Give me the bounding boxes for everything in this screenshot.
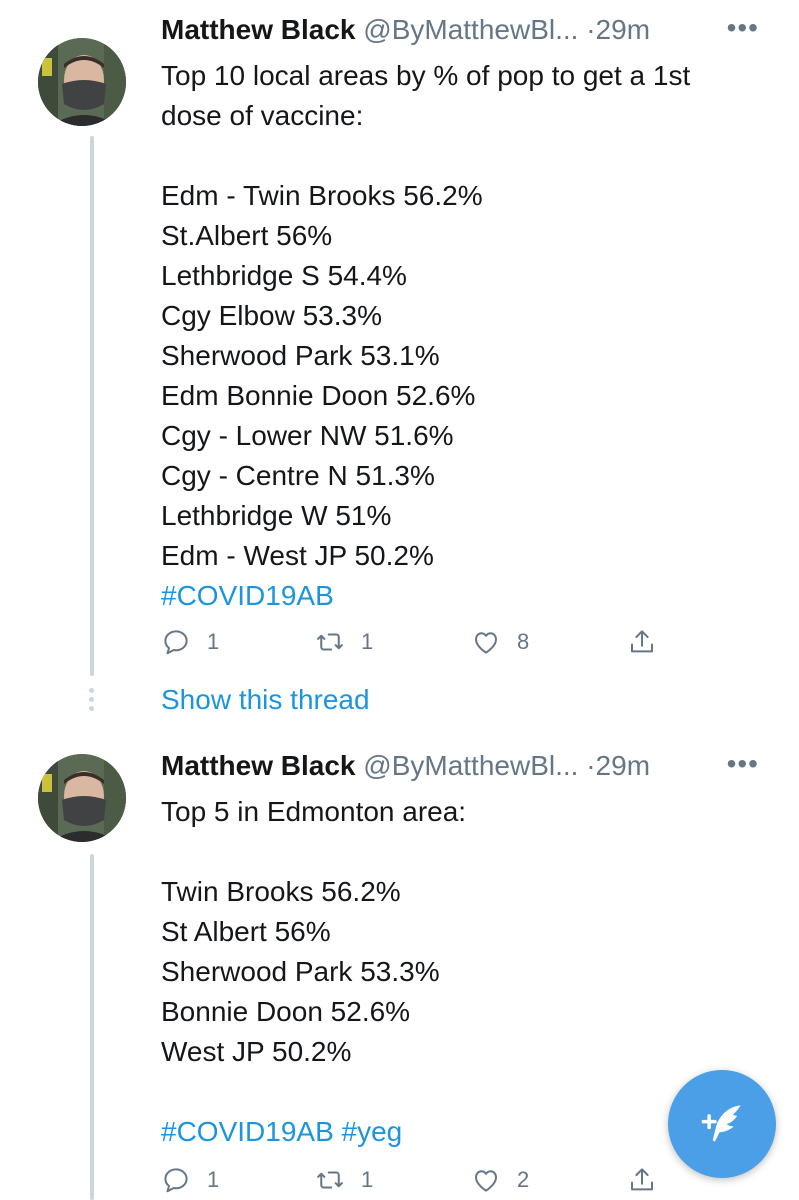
tweet-1[interactable]: Matthew Black @ByMatthewBl... ·29m ••• T… bbox=[0, 0, 799, 740]
tweet-text: Top 10 local areas by % of pop to get a … bbox=[161, 56, 769, 616]
user-handle[interactable]: @ByMatthewBl... bbox=[363, 750, 578, 781]
tweet-header: Matthew Black @ByMatthewBl... ·29m ••• bbox=[161, 748, 759, 790]
more-options-icon[interactable]: ••• bbox=[727, 12, 759, 44]
tweet-line: Twin Brooks 56.2% bbox=[161, 876, 401, 907]
tweet-line: Top 5 in Edmonton area: bbox=[161, 796, 467, 827]
tweet-line: West JP 50.2% bbox=[161, 1036, 352, 1067]
thread-connector bbox=[90, 136, 94, 676]
tweet-line: Lethbridge S 54.4% bbox=[161, 260, 407, 291]
retweet-button[interactable]: 1 bbox=[315, 1160, 373, 1200]
avatar-image bbox=[38, 754, 126, 842]
tweet-line: Top 10 local areas by % of pop to get a … bbox=[161, 60, 691, 91]
avatar[interactable] bbox=[38, 754, 126, 842]
tweet-line: St Albert 56% bbox=[161, 916, 331, 947]
timestamp[interactable]: ·29m bbox=[586, 750, 650, 781]
hashtag-link[interactable]: #COVID19AB bbox=[161, 576, 769, 616]
like-button[interactable]: 2 bbox=[471, 1160, 529, 1200]
display-name[interactable]: Matthew Black bbox=[161, 750, 356, 781]
like-count: 8 bbox=[517, 629, 530, 654]
heart-icon bbox=[475, 1170, 497, 1192]
avatar-image bbox=[38, 38, 126, 126]
share-icon bbox=[631, 630, 653, 653]
reply-icon bbox=[164, 630, 188, 655]
tweet-header: Matthew Black @ByMatthewBl... ·29m ••• bbox=[161, 12, 759, 54]
timestamp[interactable]: ·29m bbox=[586, 14, 650, 45]
tweet-line: Cgy Elbow 53.3% bbox=[161, 300, 383, 331]
tweet-actions: 1 1 2 bbox=[161, 1160, 681, 1200]
tweet-line: Edm Bonnie Doon 52.6% bbox=[161, 380, 476, 411]
tweet-line: Cgy - Lower NW 51.6% bbox=[161, 420, 454, 451]
retweet-icon bbox=[317, 1171, 343, 1189]
reply-button[interactable]: 1 bbox=[161, 622, 219, 662]
thread-connector bbox=[90, 854, 94, 1200]
tweet-line: dose of vaccine: bbox=[161, 100, 364, 131]
retweet-count: 1 bbox=[361, 1167, 374, 1192]
share-button[interactable] bbox=[627, 1160, 673, 1200]
tweet-line: Cgy - Centre N 51.3% bbox=[161, 460, 435, 491]
like-count: 2 bbox=[517, 1167, 530, 1192]
like-button[interactable]: 8 bbox=[471, 622, 529, 662]
heart-icon bbox=[475, 632, 497, 654]
share-button[interactable] bbox=[627, 622, 673, 662]
share-icon bbox=[631, 1168, 653, 1191]
tweet-line: St.Albert 56% bbox=[161, 220, 333, 251]
reply-button[interactable]: 1 bbox=[161, 1160, 219, 1200]
tweet-line: Edm - Twin Brooks 56.2% bbox=[161, 180, 483, 211]
tweet-line: Bonnie Doon 52.6% bbox=[161, 996, 411, 1027]
retweet-icon bbox=[317, 633, 343, 651]
compose-tweet-icon bbox=[701, 1105, 741, 1142]
show-this-thread-link[interactable]: Show this thread bbox=[161, 684, 370, 716]
tweet-line: Edm - West JP 50.2% bbox=[161, 540, 434, 571]
tweet-line: Sherwood Park 53.3% bbox=[161, 956, 440, 987]
tweet-line: Sherwood Park 53.1% bbox=[161, 340, 440, 371]
compose-tweet-button[interactable] bbox=[668, 1070, 776, 1178]
user-handle[interactable]: @ByMatthewBl... bbox=[363, 14, 578, 45]
reply-count: 1 bbox=[207, 629, 220, 654]
retweet-button[interactable]: 1 bbox=[315, 622, 373, 662]
display-name[interactable]: Matthew Black bbox=[161, 14, 356, 45]
tweet-line bbox=[161, 136, 769, 176]
more-options-icon[interactable]: ••• bbox=[727, 748, 759, 780]
tweet-line: Lethbridge W 51% bbox=[161, 500, 392, 531]
tweet-actions: 1 1 8 bbox=[161, 622, 681, 662]
reply-icon bbox=[164, 1168, 188, 1193]
avatar[interactable] bbox=[38, 38, 126, 126]
reply-count: 1 bbox=[207, 1167, 220, 1192]
tweet-line bbox=[161, 832, 769, 872]
retweet-count: 1 bbox=[361, 629, 374, 654]
thread-gap-dots bbox=[89, 688, 95, 715]
